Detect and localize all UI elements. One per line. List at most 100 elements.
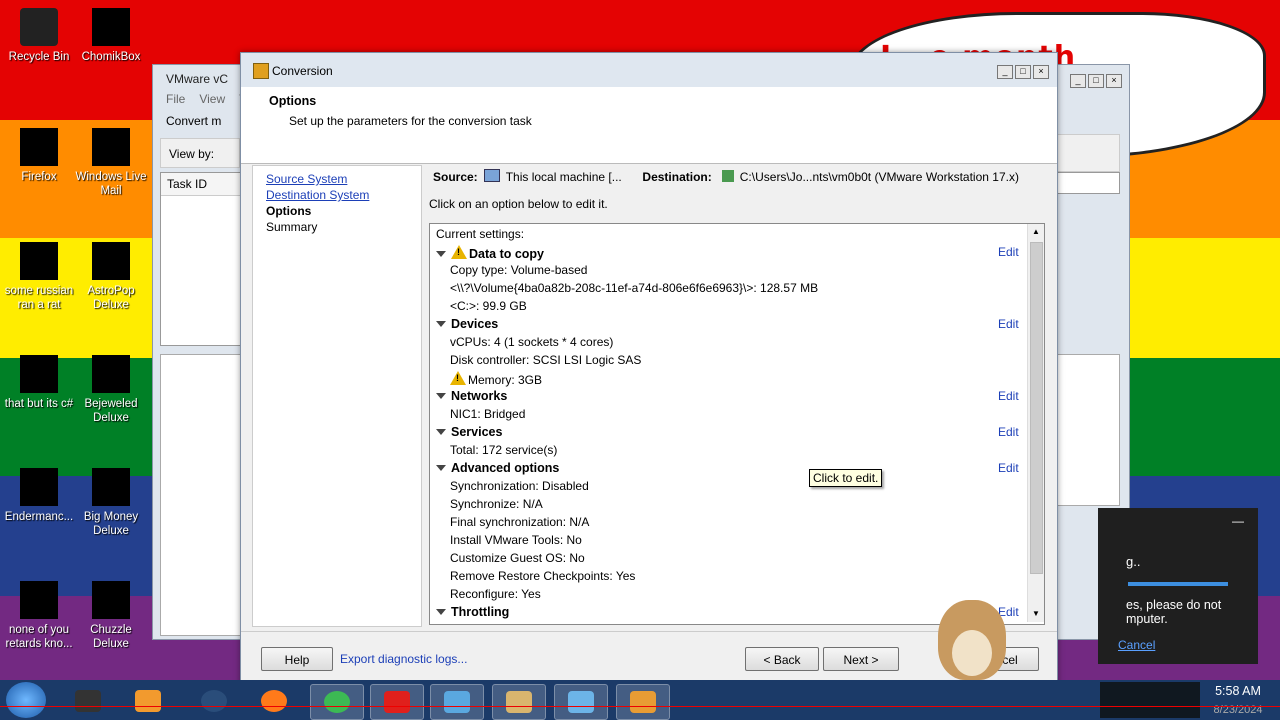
taskbar-vmware-app[interactable] [62,684,114,718]
section-devices[interactable]: Devices [436,317,498,331]
taskbar-firefox[interactable] [248,684,300,718]
view-by-dropdown[interactable]: View by: [160,138,240,168]
close-icon[interactable]: × [1106,74,1122,88]
desktop-icon-that-but-c[interactable]: that but its c# [0,355,78,411]
desktop-icon-recycle-bin[interactable]: Recycle Bin [0,8,78,64]
menu-file[interactable]: File [166,92,185,106]
warning-icon [450,371,466,385]
minimize-icon[interactable]: _ [1070,74,1086,88]
minimize-icon[interactable]: — [1232,514,1244,528]
desktop-icon-big-money[interactable]: Big Money Deluxe [72,468,150,538]
system-tray[interactable] [1100,682,1200,718]
setting-item: Synchronize: N/A [450,497,543,511]
taskbar-chrome[interactable] [310,684,364,720]
section-data-to-copy[interactable]: Data to copy [436,245,544,261]
edit-advanced-options-link[interactable]: Edit [998,461,1019,475]
background-window-controls: _ □ × [1068,72,1122,88]
section-throttling[interactable]: Throttling [436,605,509,619]
collapse-icon[interactable] [436,393,446,399]
task-table: Task ID [160,172,244,346]
collapse-icon[interactable] [436,465,446,471]
setting-item: Final synchronization: N/A [450,515,590,529]
taskbar-avira[interactable] [370,684,424,720]
task-id-header[interactable]: Task ID [161,173,243,196]
edit-devices-link[interactable]: Edit [998,317,1019,331]
settings-list[interactable]: Current settings: Data to copy Edit Copy… [429,223,1045,625]
section-services[interactable]: Services [436,425,502,439]
menu-view[interactable]: View [199,92,225,106]
section-advanced-options[interactable]: Advanced options [436,461,559,475]
desktop-icon-chuzzle[interactable]: Chuzzle Deluxe [72,581,150,651]
taskbar-movie-maker[interactable] [554,684,608,720]
collapse-icon[interactable] [436,321,446,327]
setting-item: Synchronization: Disabled [450,479,589,493]
edit-data-to-copy-link[interactable]: Edit [998,245,1019,259]
instruction-text: Click on an option below to edit it. [429,197,608,211]
background-window-table-right [1056,172,1120,194]
edit-networks-link[interactable]: Edit [998,389,1019,403]
paint-icon [506,691,532,713]
help-button[interactable]: Help [261,647,333,671]
media-player-icon [135,690,161,712]
next-button[interactable]: Next > [823,647,899,671]
collapse-icon[interactable] [436,609,446,615]
movie-maker-icon [568,691,594,713]
taskbar-clock[interactable]: 5:58 AM 8/23/2024 [1196,684,1280,716]
setting-item: Customize Guest OS: No [450,551,585,565]
file-icon [20,581,58,619]
clock-time: 5:58 AM [1215,684,1261,698]
settings-scrollbar[interactable]: ▲ ▼ [1027,224,1044,622]
collapse-icon[interactable] [436,251,446,257]
edit-tooltip: Click to edit. [809,469,883,487]
game-icon [92,581,130,619]
dialog-title: Conversion [272,64,333,78]
scroll-thumb[interactable] [1030,242,1043,574]
close-icon[interactable]: × [1033,65,1049,79]
desktop-icon-russian-rat[interactable]: some russian ran a rat [0,242,78,312]
firefox-icon [20,128,58,166]
desktop-icon-chomikbox[interactable]: ChomikBox [72,8,150,64]
minimize-icon[interactable]: _ [997,65,1013,79]
dialog-header: Options Set up the parameters for the co… [241,87,1057,164]
dialog-title-bar: Conversion _ □ × [241,53,1057,87]
setting-item: <C:>: 99.9 GB [450,299,527,313]
back-button[interactable]: < Back [745,647,819,671]
desktop-icon-bejeweled[interactable]: Bejeweled Deluxe [72,355,150,425]
taskbar-hypercam[interactable] [430,684,484,720]
desktop-icon-endermanch[interactable]: Endermanc... [0,468,78,524]
scroll-up-icon[interactable]: ▲ [1028,224,1044,240]
hamster-overlay-image [938,600,1006,680]
source-value: This local machine [... [505,170,622,184]
maximize-icon[interactable]: □ [1088,74,1104,88]
current-settings-label: Current settings: [436,227,525,241]
notification-cancel-link[interactable]: Cancel [1118,638,1155,652]
desktop-icon-windows-live-mail[interactable]: Windows Live Mail [72,128,150,198]
avira-icon [384,691,410,713]
nav-source-system[interactable]: Source System [266,172,347,186]
nav-destination-system[interactable]: Destination System [266,188,369,202]
desktop-icon-astropop[interactable]: AstroPop Deluxe [72,242,150,312]
steam-icon [201,690,227,712]
edit-services-link[interactable]: Edit [998,425,1019,439]
taskbar-steam[interactable] [188,684,240,718]
desktop-icon-firefox[interactable]: Firefox [0,128,78,184]
conversion-dialog: Conversion _ □ × Options Set up the parame… [240,52,1058,688]
convert-machine-button[interactable]: Convert m [166,114,221,128]
setting-item: Total: 172 service(s) [450,443,558,457]
notification-message: es, please do not mputer. [1126,598,1222,626]
game-icon [92,468,130,506]
scroll-down-icon[interactable]: ▼ [1028,606,1044,622]
mail-icon [92,128,130,166]
taskbar-paint[interactable] [492,684,546,720]
background-window-toolbar-right [1056,134,1120,172]
file-icon [20,355,58,393]
collapse-icon[interactable] [436,429,446,435]
setting-item: Remove Restore Checkpoints: Yes [450,569,636,583]
section-networks[interactable]: Networks [436,389,507,403]
taskbar-vmware-converter[interactable] [616,684,670,720]
desktop-icon-none-of-you[interactable]: none of you retards kno... [0,581,78,651]
start-button[interactable] [6,682,46,718]
export-diagnostic-logs-link[interactable]: Export diagnostic logs... [340,652,467,666]
maximize-icon[interactable]: □ [1015,65,1031,79]
taskbar-media-player[interactable] [122,684,174,718]
